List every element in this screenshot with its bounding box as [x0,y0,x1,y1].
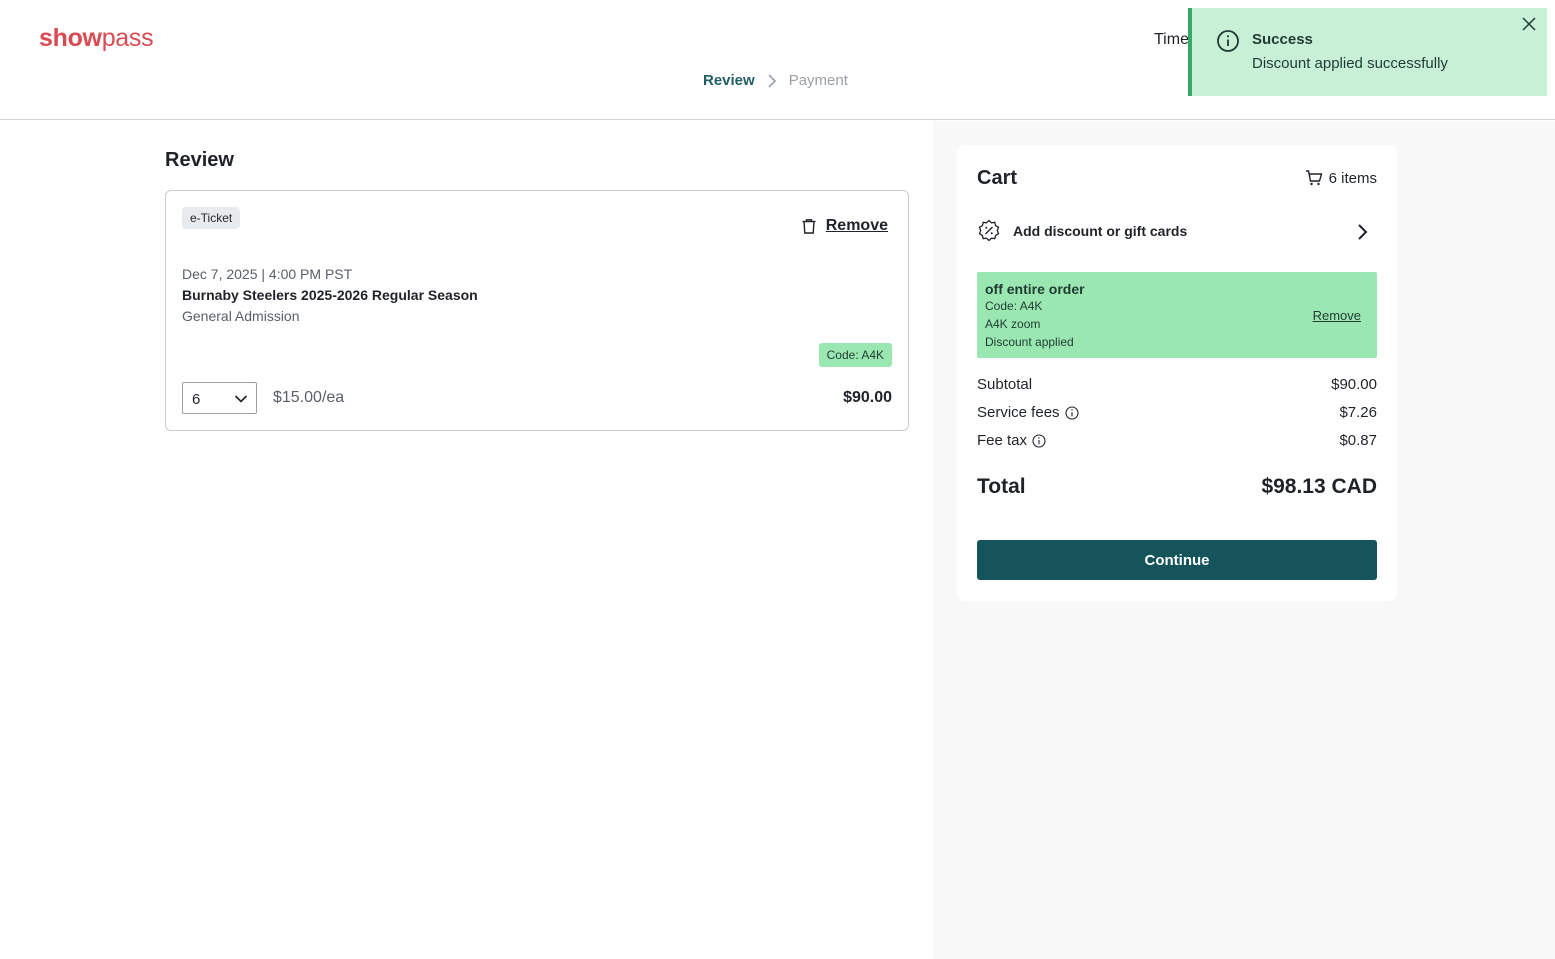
cart-item-count: 6 items [1305,169,1377,187]
quantity-select[interactable]: 6 [182,382,257,414]
add-discount-label: Add discount or gift cards [1013,223,1188,239]
applied-discount: off entire order Code: A4K A4K zoom Disc… [977,272,1377,358]
chevron-down-icon [234,395,248,403]
info-icon[interactable] [1032,433,1046,448]
service-fees-row: Service fees $7.26 [977,404,1377,426]
ticket-card: e-Ticket Remove Dec 7, 2025 | 4:00 PM PS… [165,190,909,431]
info-icon[interactable] [1064,405,1079,420]
close-icon[interactable] [1521,16,1537,32]
ticket-type-badge: e-Ticket [182,207,241,229]
service-fees-label: Service fees [977,404,1060,421]
remove-ticket-label: Remove [825,217,888,234]
total-label: Total [977,475,1026,498]
info-icon [1217,30,1239,52]
timer-label: Time [1154,31,1189,48]
chevron-right-icon [768,73,776,88]
service-fees-value: $7.26 [1339,404,1377,421]
line-total: $90.00 [843,389,892,406]
quantity-value: 6 [192,391,201,408]
fee-tax-label: Fee tax [977,432,1028,449]
toast-title: Success [1252,31,1313,48]
discount-code-badge: Code: A4K [818,343,892,367]
applied-discount-title: off entire order [985,281,1085,297]
subtotal-label: Subtotal [977,376,1033,393]
subtotal-value: $90.00 [1331,376,1377,393]
checkout-steps: Review Payment [703,72,848,89]
toast-message: Discount applied successfully [1252,55,1448,72]
item-count-label: 6 items [1328,169,1377,187]
add-discount-button[interactable]: Add discount or gift cards [977,219,1377,245]
subtotal-row: Subtotal $90.00 [977,376,1377,398]
fee-tax-value: $0.87 [1339,432,1377,449]
cart-icon [1305,170,1323,186]
cart-section: Cart 6 items Add discount or gift cards … [933,121,1555,959]
applied-discount-name: A4K zoom [985,317,1041,331]
fee-tax-row: Fee tax $0.87 [977,432,1377,454]
cart-title: Cart [977,167,1018,189]
remove-ticket-button[interactable]: Remove [800,217,888,235]
applied-discount-status: Discount applied [985,335,1074,349]
review-section: Review e-Ticket Remove Dec 7, 2025 | 4:0… [0,121,933,959]
cart-card: Cart 6 items Add discount or gift cards … [957,145,1397,601]
discount-badge-icon [978,219,1000,242]
admission-type: General Admission [182,308,300,324]
continue-button[interactable]: Continue [977,540,1377,580]
remove-discount-link[interactable]: Remove [1313,308,1361,323]
total-value: $98.13 CAD [1261,475,1377,498]
success-toast: Success Discount applied successfully [1188,8,1547,96]
chevron-right-icon [1358,224,1368,240]
applied-discount-code: Code: A4K [985,299,1043,313]
event-name: Burnaby Steelers 2025-2026 Regular Seaso… [182,287,478,303]
page-title: Review [165,149,234,171]
showpass-logo[interactable]: showpass [39,24,154,53]
unit-price: $15.00/ea [273,389,345,406]
event-date: Dec 7, 2025 | 4:00 PM PST [182,266,353,282]
trash-icon [802,219,816,234]
step-payment[interactable]: Payment [789,72,848,89]
step-review[interactable]: Review [703,72,755,89]
